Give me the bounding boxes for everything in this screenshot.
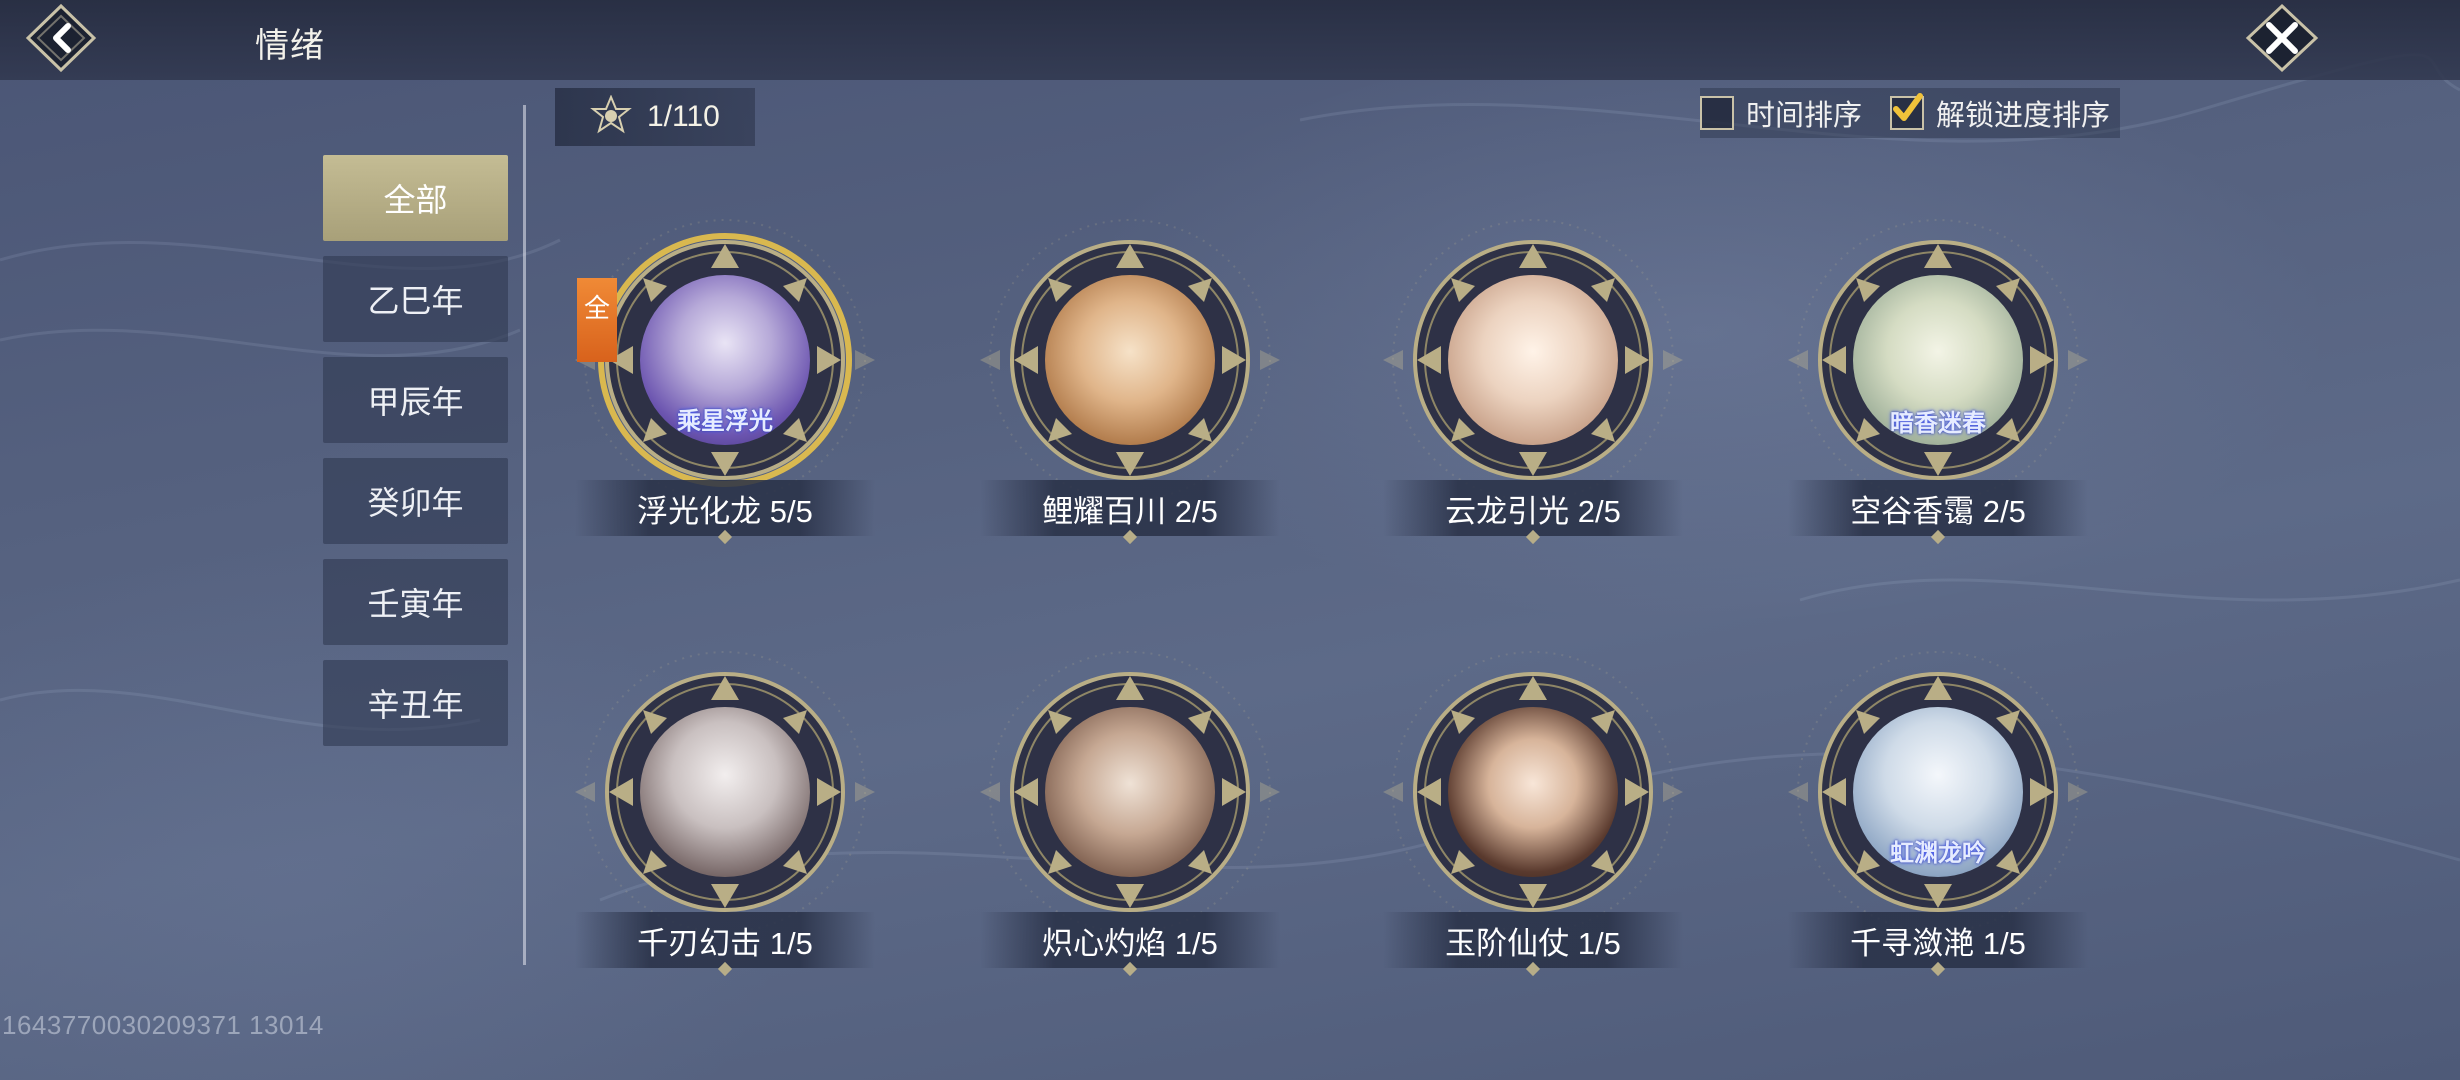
emotion-card[interactable]: 乘星浮光 全 浮光化龙 5/5 xyxy=(555,190,895,536)
item-name: 炽心灼焰 1/5 xyxy=(980,912,1280,968)
item-name: 鲤耀百川 2/5 xyxy=(980,480,1280,536)
portrait-caption: 虹渊龙吟 xyxy=(1890,840,1986,867)
tab-renyin[interactable]: 壬寅年 xyxy=(323,559,508,645)
back-arrow-icon xyxy=(25,3,97,73)
counter-value: 1/110 xyxy=(647,100,720,133)
character-portrait xyxy=(1448,707,1618,877)
character-portrait: 乘星浮光 xyxy=(640,275,810,445)
time-sort-checkbox[interactable] xyxy=(1700,96,1734,130)
tab-yisi[interactable]: 乙巳年 xyxy=(323,256,508,342)
portrait-caption: 暗香迷春 xyxy=(1890,410,1986,437)
item-name: 千寻潋滟 1/5 xyxy=(1788,912,2088,968)
close-button[interactable] xyxy=(2236,2,2328,74)
page-title: 情绪 xyxy=(255,27,325,65)
item-name: 玉阶仙仗 1/5 xyxy=(1383,912,1683,968)
portrait-caption: 乘星浮光 xyxy=(677,408,773,435)
tab-guimao[interactable]: 癸卯年 xyxy=(323,458,508,544)
emotion-card[interactable]: 鲤耀百川 2/5 xyxy=(960,190,1300,536)
unlock-sort-label: 解锁进度排序 xyxy=(1936,100,2111,132)
item-name: 千刃幻击 1/5 xyxy=(575,912,875,968)
complete-badge: 全 xyxy=(577,278,617,362)
emotion-card[interactable]: 炽心灼焰 1/5 xyxy=(960,622,1300,968)
collection-counter: 1/110 xyxy=(555,88,755,146)
character-portrait xyxy=(640,707,810,877)
sidebar-divider xyxy=(523,105,526,965)
character-portrait: 虹渊龙吟 xyxy=(1853,707,2023,877)
close-icon xyxy=(2245,3,2319,73)
user-id-watermark: 1643770030209371 13014 xyxy=(2,1010,324,1040)
sort-by-time[interactable]: 时间排序 xyxy=(1700,88,1862,138)
item-name: 空谷香霭 2/5 xyxy=(1788,480,2088,536)
character-portrait xyxy=(1448,275,1618,445)
character-portrait xyxy=(1045,275,1215,445)
sort-by-unlock[interactable]: 解锁进度排序 xyxy=(1890,88,2110,138)
emotion-card[interactable]: 云龙引光 2/5 xyxy=(1363,190,1703,536)
checkmark-icon xyxy=(1893,93,1923,121)
tab-jiachen[interactable]: 甲辰年 xyxy=(323,357,508,443)
time-sort-label: 时间排序 xyxy=(1746,100,1863,132)
item-name: 浮光化龙 5/5 xyxy=(575,480,875,536)
tab-all[interactable]: 全部 xyxy=(323,155,508,241)
emotion-card[interactable]: 千刃幻击 1/5 xyxy=(555,622,895,968)
top-bar: 情绪 xyxy=(0,0,2460,80)
emotion-card[interactable]: 虹渊龙吟 千寻潋滟 1/5 xyxy=(1768,622,2108,968)
tab-xinchou[interactable]: 辛丑年 xyxy=(323,660,508,746)
character-portrait xyxy=(1045,707,1215,877)
back-button[interactable] xyxy=(22,2,100,74)
character-portrait: 暗香迷春 xyxy=(1853,275,2023,445)
emotion-card[interactable]: 暗香迷春 空谷香霭 2/5 xyxy=(1768,190,2108,536)
category-sidebar: 全部 乙巳年 甲辰年 癸卯年 壬寅年 辛丑年 xyxy=(323,155,508,761)
emotion-card[interactable]: 玉阶仙仗 1/5 xyxy=(1363,622,1703,968)
eye-star-icon xyxy=(590,95,632,134)
unlock-sort-checkbox[interactable] xyxy=(1890,93,1924,130)
item-name: 云龙引光 2/5 xyxy=(1383,480,1683,536)
